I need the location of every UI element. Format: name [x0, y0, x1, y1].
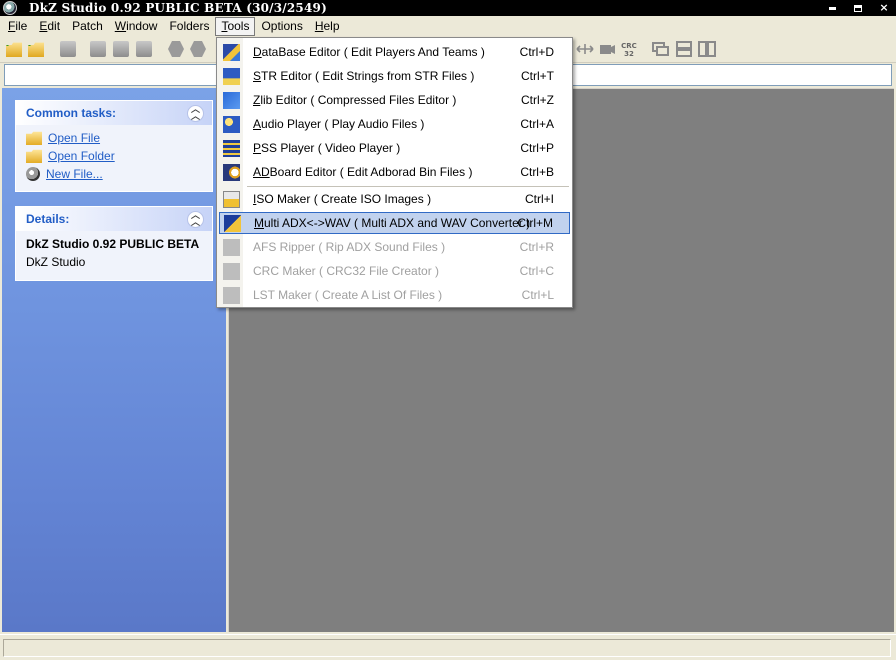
menu-item-afs-ripper: AFS Ripper ( Rip ADX Sound Files ) Ctrl+…: [219, 236, 570, 258]
shortcut: Ctrl+C: [519, 264, 554, 278]
menu-options[interactable]: Options: [255, 17, 308, 36]
collapse-icon[interactable]: ︿ ︿: [187, 104, 204, 122]
shortcut: Ctrl+B: [520, 165, 554, 179]
menu-file[interactable]: File: [2, 17, 33, 36]
save-icon[interactable]: [60, 41, 76, 57]
minimize-icon: [828, 6, 836, 10]
maximize-icon: [854, 4, 862, 12]
tools-menu: DataBase Editor ( Edit Players And Teams…: [216, 37, 573, 308]
menu-item-multi-adx-wav[interactable]: Multi ADX<->WAV ( Multi ADX and WAV Conv…: [219, 212, 570, 234]
shortcut: Ctrl+I: [524, 192, 554, 206]
task-pane: Common tasks: ︿ ︿ Open File Open Folder N…: [2, 88, 226, 632]
afs-ripper-icon: [223, 238, 240, 256]
menu-folders[interactable]: Folders: [163, 17, 215, 36]
collapse-icon[interactable]: ︿ ︿: [187, 210, 204, 228]
open-folder-icon: [26, 149, 42, 163]
details-header[interactable]: Details: ︿ ︿: [16, 207, 212, 231]
minimize-button[interactable]: [826, 0, 838, 16]
menu-window[interactable]: Window: [109, 17, 164, 36]
window-title: DkZ Studio 0.92 PUBLIC BETA (30/3/2549): [29, 1, 327, 15]
lst-maker-icon: [223, 286, 240, 304]
menu-item-audio-player[interactable]: Audio Player ( Play Audio Files ) Ctrl+A: [219, 113, 570, 135]
crc-maker-icon: [223, 262, 240, 280]
shortcut: Ctrl+A: [520, 117, 554, 131]
zlib-icon: [223, 91, 240, 109]
menu-item-pss-player[interactable]: PSS Player ( Video Player ) Ctrl+P: [219, 137, 570, 159]
menu-bar: File Edit Patch Window Folders Tools Opt…: [0, 16, 896, 37]
hex-tool-icon[interactable]: [168, 41, 184, 57]
shortcut: Ctrl+Z: [521, 93, 554, 107]
maximize-button[interactable]: [852, 0, 864, 16]
details-panel: Details: ︿ ︿ DkZ Studio 0.92 PUBLIC BETA …: [15, 206, 213, 281]
menu-separator: [247, 186, 569, 187]
shortcut: Ctrl+D: [519, 45, 554, 59]
paste-icon[interactable]: [136, 41, 152, 57]
menu-item-database-editor[interactable]: DataBase Editor ( Edit Players And Teams…: [219, 41, 570, 63]
hex-tool-2-icon[interactable]: [190, 41, 206, 57]
menu-item-adboard-editor[interactable]: ADBoard Editor ( Edit Adborad Bin Files …: [219, 161, 570, 183]
common-tasks-title: Common tasks:: [26, 106, 117, 120]
menu-item-crc-maker: CRC Maker ( CRC32 File Creator ) Ctrl+C: [219, 260, 570, 282]
window-controls: ×: [826, 0, 890, 16]
document-icon[interactable]: [90, 41, 106, 57]
resize-horizontal-icon[interactable]: [576, 41, 594, 57]
details-app-subtitle: DkZ Studio: [26, 255, 86, 269]
close-button[interactable]: ×: [878, 0, 890, 16]
title-bar: DkZ Studio 0.92 PUBLIC BETA (30/3/2549) …: [0, 0, 896, 16]
open-file-icon: [26, 131, 42, 145]
details-app-name: DkZ Studio 0.92 PUBLIC BETA: [26, 237, 200, 251]
details-title: Details:: [26, 212, 70, 226]
copy-icon[interactable]: [113, 41, 129, 57]
open-file-icon[interactable]: [6, 42, 22, 57]
shortcut: Ctrl+T: [521, 69, 554, 83]
audio-player-icon: [223, 115, 240, 133]
str-editor-icon: [223, 67, 240, 85]
adboard-icon: [223, 163, 240, 181]
common-tasks-list: Open File Open Folder New File...: [16, 125, 212, 183]
app-icon[interactable]: [3, 1, 17, 15]
status-bar: [0, 634, 896, 660]
video-player-icon: [223, 139, 240, 157]
menu-item-iso-maker[interactable]: ISO Maker ( Create ISO Images ) Ctrl+I: [219, 188, 570, 210]
converter-icon: [224, 214, 241, 232]
menu-item-lst-maker: LST Maker ( Create A List Of Files ) Ctr…: [219, 284, 570, 306]
iso-icon: [223, 190, 240, 208]
new-file-icon: [26, 167, 40, 181]
open-folder-icon[interactable]: [28, 42, 44, 57]
menu-item-zlib-editor[interactable]: Zlib Editor ( Compressed Files Editor ) …: [219, 89, 570, 111]
common-tasks-panel: Common tasks: ︿ ︿ Open File Open Folder N…: [15, 100, 213, 192]
shortcut: Ctrl+P: [520, 141, 554, 155]
camera-icon[interactable]: [598, 41, 616, 57]
new-file-link[interactable]: New File...: [16, 165, 212, 183]
shortcut: Ctrl+M: [517, 216, 553, 230]
menu-patch[interactable]: Patch: [66, 17, 109, 36]
shortcut: Ctrl+L: [521, 288, 554, 302]
tile-horizontal-icon[interactable]: [675, 41, 693, 57]
status-panel: [3, 639, 891, 657]
database-icon: [223, 43, 240, 61]
menu-edit[interactable]: Edit: [33, 17, 66, 36]
common-tasks-header[interactable]: Common tasks: ︿ ︿: [16, 101, 212, 125]
tile-vertical-icon[interactable]: [698, 41, 716, 57]
menu-item-str-editor[interactable]: STR Editor ( Edit Strings from STR Files…: [219, 65, 570, 87]
menu-tools[interactable]: Tools: [215, 17, 256, 36]
crc32-icon[interactable]: CRC 32: [620, 41, 638, 58]
cascade-windows-icon[interactable]: [652, 41, 670, 57]
shortcut: Ctrl+R: [519, 240, 554, 254]
open-folder-link[interactable]: Open Folder: [16, 147, 212, 165]
menu-help[interactable]: Help: [309, 17, 346, 36]
details-body: DkZ Studio 0.92 PUBLIC BETA DkZ Studio: [16, 231, 212, 277]
open-file-link[interactable]: Open File: [16, 129, 212, 147]
